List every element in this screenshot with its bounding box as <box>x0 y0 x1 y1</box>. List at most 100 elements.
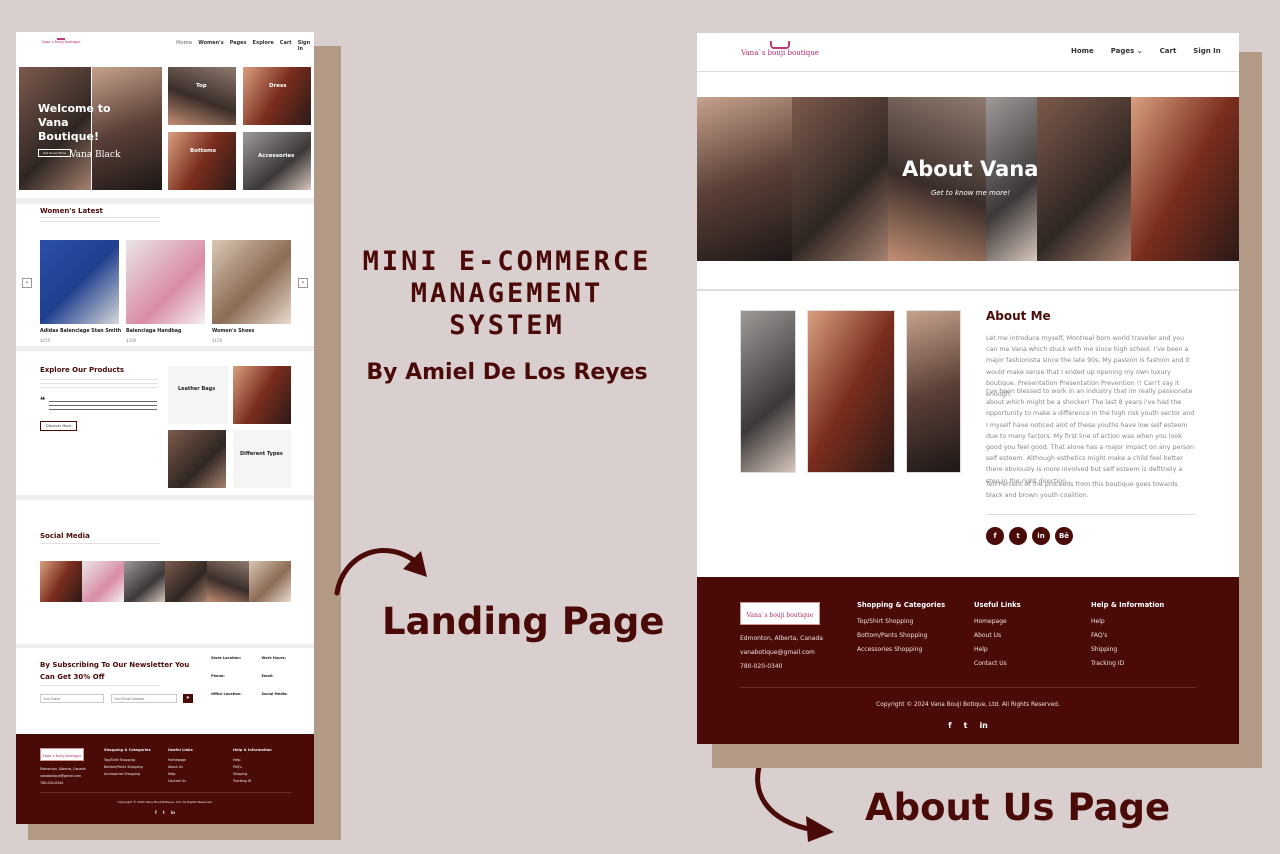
product-name-1[interactable]: Adidas Balenciage Stan Smith <box>40 329 121 334</box>
hero-photo-2 <box>792 97 888 261</box>
footer-col1: Top/Shirt Shopping Bottom/Pants Shopping… <box>857 615 927 657</box>
footer-col2: Homepage About Us Help Contact Us <box>168 757 186 785</box>
nav-pages[interactable]: Pages ⌄ <box>1111 47 1143 55</box>
tile-top[interactable] <box>168 67 236 125</box>
linkedin-icon[interactable]: in <box>979 721 987 730</box>
linkedin-icon[interactable]: in <box>1032 527 1050 545</box>
newsletter-submit-button[interactable]: ➤ <box>183 694 193 703</box>
footer-email: vanabotique@gmail.com <box>40 774 82 778</box>
footer-link[interactable]: Shipping <box>1091 643 1124 657</box>
tile-bottoms[interactable] <box>168 132 236 190</box>
linkedin-icon[interactable]: in <box>171 810 175 815</box>
twitter-icon[interactable]: t <box>1009 527 1027 545</box>
social-photo-1[interactable] <box>40 561 82 602</box>
arrow-to-landing-icon <box>334 547 427 596</box>
explore-photo[interactable] <box>168 430 226 488</box>
project-title: MINI E-COMMERCE MANAGEMENT SYSTEM <box>362 246 652 341</box>
section-divider <box>16 495 314 500</box>
social-photo-6[interactable] <box>249 561 291 602</box>
chevron-down-icon: ⌄ <box>1136 47 1143 55</box>
footer-link[interactable]: Homepage <box>974 615 1007 629</box>
send-icon: ➤ <box>185 695 191 701</box>
footer-logo[interactable]: Vana`s bouji boutique <box>40 748 84 761</box>
nav-sign-in[interactable]: Sign In <box>298 40 314 52</box>
footer-link[interactable]: Help <box>1091 615 1124 629</box>
discover-more-button[interactable]: Discover More <box>40 421 78 431</box>
nav-pages[interactable]: Pages <box>230 40 247 52</box>
carousel-prev-button[interactable]: ‹ <box>22 278 32 288</box>
newsletter-name-input[interactable] <box>40 694 104 703</box>
footer-link[interactable]: About Us <box>974 629 1007 643</box>
product-price-2: $300 <box>126 338 137 343</box>
footer-link[interactable]: Help <box>974 643 1007 657</box>
nav-womens[interactable]: Women's <box>198 40 223 52</box>
footer-col2-title: Useful Links <box>168 748 193 752</box>
product-image-3[interactable] <box>212 240 291 324</box>
hero-photo-6 <box>1131 97 1239 261</box>
product-image-2[interactable] <box>126 240 205 324</box>
footer-link[interactable]: Help <box>168 771 186 778</box>
leather-bag-photo[interactable] <box>233 366 291 424</box>
landing-page-screenshot: Vana`s bouji boutique Home Women's Pages… <box>16 32 314 824</box>
facebook-icon[interactable]: f <box>948 721 951 730</box>
footer-link[interactable]: FAQ's <box>1091 629 1124 643</box>
footer-link[interactable]: Help <box>233 757 251 764</box>
leather-bags-card[interactable] <box>168 366 228 424</box>
footer-link[interactable]: Contact Us <box>168 778 186 785</box>
footer-link[interactable]: Tracking ID <box>233 778 251 785</box>
about-page-label: About Us Page <box>865 786 1171 829</box>
footer-link[interactable]: Shipping <box>233 771 251 778</box>
footer-link[interactable]: FAQ's <box>233 764 251 771</box>
hero-caption: Vana Black <box>70 150 121 160</box>
footer-link[interactable]: Contact Us <box>974 657 1007 671</box>
social-gallery <box>40 561 291 602</box>
footer-link[interactable]: Bottom/Pants Shopping <box>857 629 927 643</box>
carousel-next-button[interactable]: › <box>298 278 308 288</box>
leather-bags-title: Leather Bags <box>178 386 216 392</box>
footer-link[interactable]: Bottom/Pants Shopping <box>104 764 143 771</box>
nav-cart[interactable]: Cart <box>1160 47 1177 55</box>
social-photo-3[interactable] <box>123 561 166 602</box>
footer-link[interactable]: Accessories Shopping <box>857 643 927 657</box>
nav-explore[interactable]: Explore <box>253 40 274 52</box>
product-image-1[interactable] <box>40 240 119 324</box>
product-name-2[interactable]: Balenciaga Handbag <box>126 329 181 334</box>
different-types-title: Different Types <box>240 451 283 457</box>
footer-address: Edmonton, Alberta, Canada <box>40 767 86 771</box>
tile-dress[interactable] <box>243 67 311 125</box>
tile-top-label: Top <box>196 83 207 89</box>
nav-home[interactable]: Home <box>176 40 192 52</box>
landing-nav: Home Women's Pages Explore Cart Sign In <box>176 40 314 52</box>
about-page-screenshot: Vana`s bouji boutique Home Pages ⌄ Cart … <box>697 33 1239 744</box>
social-photo-2[interactable] <box>81 561 124 602</box>
facebook-icon[interactable]: f <box>986 527 1004 545</box>
about-photo-3 <box>906 310 961 473</box>
footer-logo[interactable]: Vana`s bouji boutique <box>740 602 820 625</box>
section-divider <box>697 289 1239 291</box>
landing-logo[interactable]: Vana`s bouji boutique <box>40 37 82 49</box>
about-logo[interactable]: Vana`s bouji boutique <box>741 41 819 65</box>
nav-home[interactable]: Home <box>1071 47 1094 55</box>
facebook-icon[interactable]: f <box>155 810 157 815</box>
product-name-3[interactable]: Women's Shoes <box>212 329 254 334</box>
different-types-card[interactable] <box>233 430 291 488</box>
footer-link[interactable]: Top/Shirt Shopping <box>104 757 143 764</box>
footer-link[interactable]: Accessories Shopping <box>104 771 143 778</box>
twitter-icon[interactable]: t <box>964 721 968 730</box>
twitter-icon[interactable]: t <box>163 810 165 815</box>
footer-link[interactable]: About Us <box>168 764 186 771</box>
newsletter-email-input[interactable] <box>111 694 177 703</box>
footer-link[interactable]: Tracking ID <box>1091 657 1124 671</box>
social-photo-5[interactable] <box>207 561 250 602</box>
about-hero-subtitle: Get to know me more! <box>931 189 1011 197</box>
behance-icon[interactable]: Bē <box>1055 527 1073 545</box>
hero-cta-button[interactable]: Get Know More <box>38 149 71 157</box>
nav-sign-in[interactable]: Sign In <box>1193 47 1220 55</box>
tile-accessories[interactable] <box>243 132 311 190</box>
social-photo-4[interactable] <box>165 561 208 602</box>
tile-accessories-label: Accessories <box>258 153 295 159</box>
nav-cart[interactable]: Cart <box>280 40 292 52</box>
footer-link[interactable]: Homepage <box>168 757 186 764</box>
footer-link[interactable]: Top/Shirt Shopping <box>857 615 927 629</box>
footer-col1: Top/Shirt Shopping Bottom/Pants Shopping… <box>104 757 143 778</box>
